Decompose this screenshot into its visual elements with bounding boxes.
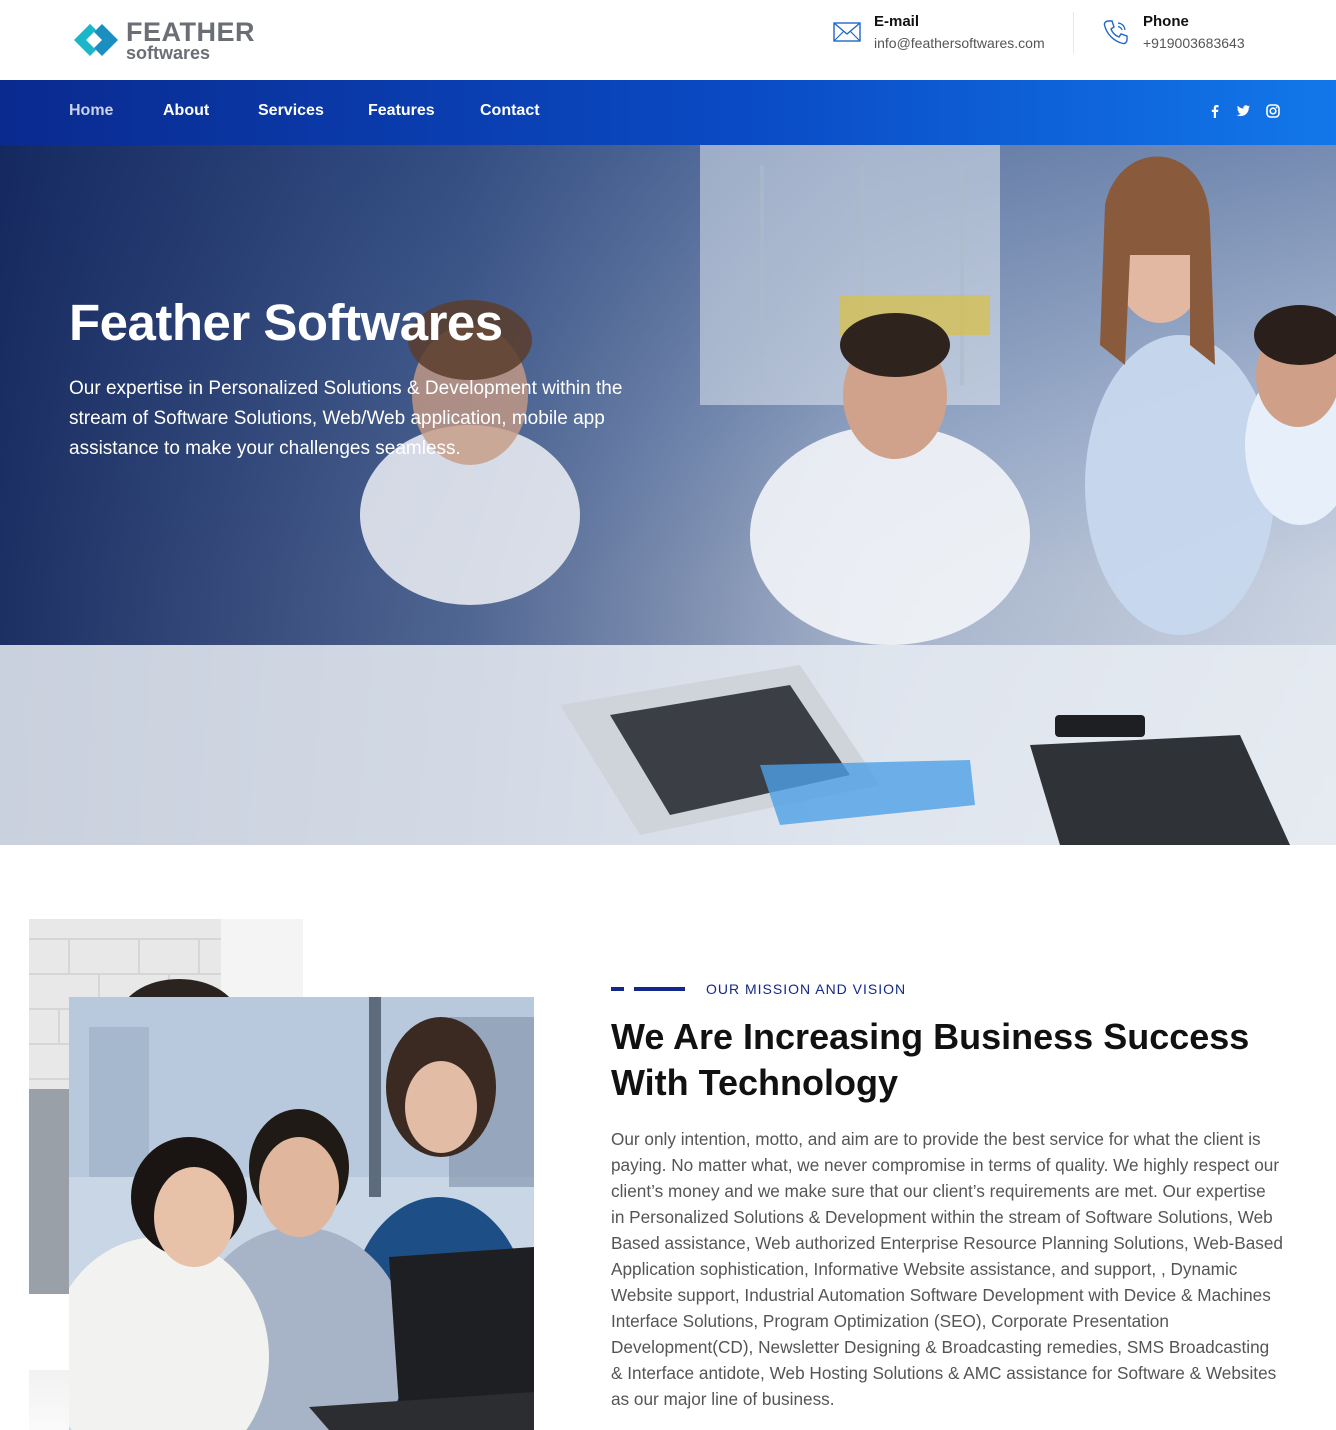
- mission-body: Our only intention, motto, and aim are t…: [611, 1129, 1283, 1409]
- image-strip-decoration: [29, 1370, 69, 1430]
- header-divider: [1073, 12, 1074, 54]
- hero-description: Our expertise in Personalized Solutions …: [69, 378, 623, 459]
- contact-email: E-mail info@feathersoftwares.com: [832, 10, 1045, 54]
- top-header: FEATHER softwares E-mail info@feathersof…: [0, 0, 1336, 80]
- contact-phone: Phone +919003683643: [1101, 10, 1245, 54]
- envelope-icon: [832, 17, 862, 47]
- mission-title: We Are Increasing Business Success With …: [611, 1016, 1250, 1103]
- instagram-icon[interactable]: [1265, 103, 1281, 119]
- facebook-icon[interactable]: [1207, 103, 1223, 119]
- main-nav: Home About Services Features Contact: [0, 80, 1336, 145]
- nav-contact[interactable]: Contact: [480, 102, 540, 120]
- phone-link[interactable]: +919003683643: [1143, 35, 1245, 51]
- hero-banner: Feather Softwares Our expertise in Perso…: [0, 145, 1336, 845]
- section-tag: OUR MISSION AND VISION: [706, 981, 907, 997]
- email-link[interactable]: info@feathersoftwares.com: [874, 35, 1045, 51]
- nav-about[interactable]: About: [163, 102, 209, 120]
- hero-title: Feather Softwares: [69, 294, 503, 351]
- brand-logo[interactable]: FEATHER softwares: [68, 14, 258, 66]
- logo-mark-icon: [68, 14, 120, 66]
- phone-label: Phone: [1143, 13, 1189, 30]
- hero-office-photo: [0, 145, 1336, 845]
- email-label: E-mail: [874, 13, 920, 30]
- logo-title: FEATHER: [126, 16, 255, 47]
- nav-home[interactable]: Home: [69, 102, 113, 120]
- twitter-icon[interactable]: [1235, 103, 1251, 119]
- nav-features[interactable]: Features: [368, 102, 435, 120]
- phone-icon: [1101, 17, 1131, 47]
- mission-image-front: [69, 997, 534, 1430]
- nav-services[interactable]: Services: [258, 102, 324, 120]
